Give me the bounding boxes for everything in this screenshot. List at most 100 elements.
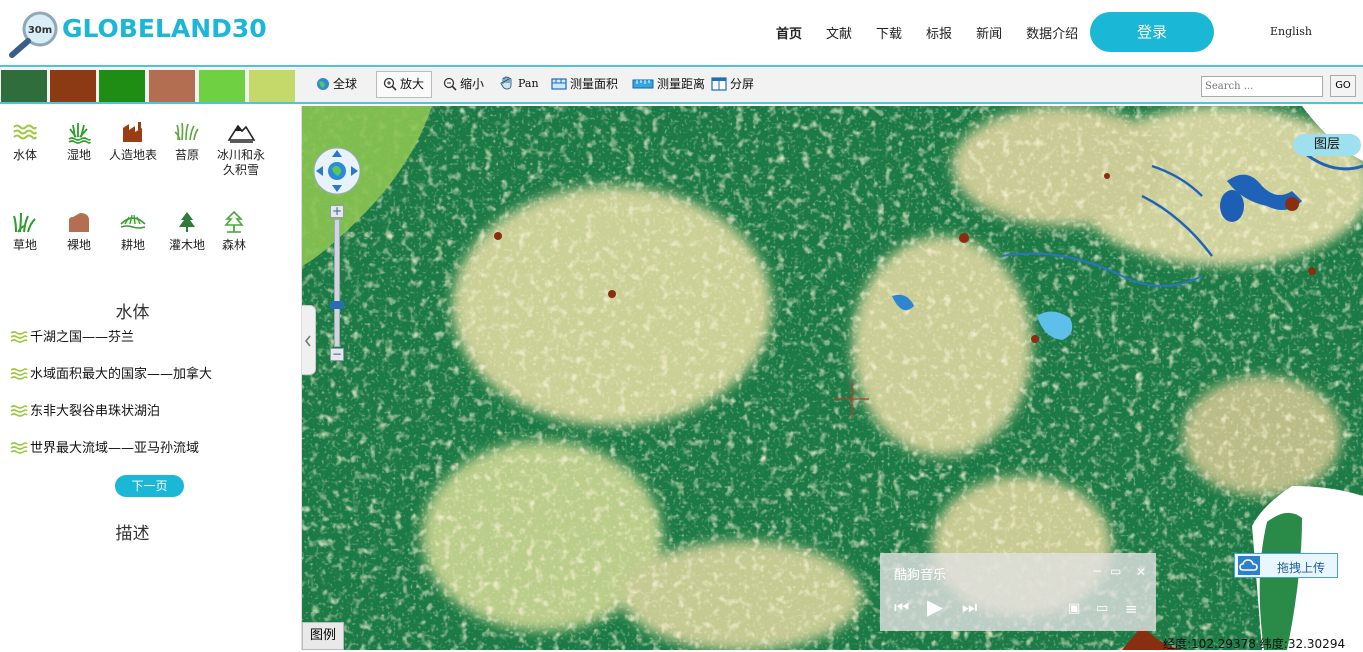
area-ruler-icon — [551, 77, 567, 90]
section-title: 水体 — [115, 303, 150, 323]
previous-track-icon[interactable]: ⏮ — [894, 598, 909, 618]
nav-data-intro[interactable]: 数据介绍 — [1026, 23, 1078, 42]
drag-upload-label: 拖拽上传 — [1277, 561, 1326, 575]
chevron-left-icon — [304, 335, 311, 347]
logo-magnifier-icon[interactable]: 30m — [6, 10, 64, 58]
longitude-label: 经度: — [1163, 637, 1192, 651]
measure-distance-label: 测量距离 — [657, 77, 706, 91]
zoom-minus-button[interactable]: − — [330, 348, 344, 361]
shrub-tree-icon — [179, 212, 195, 232]
screen-icon[interactable]: ▭ — [1096, 601, 1108, 616]
nav-literature[interactable]: 文献 — [826, 23, 852, 42]
category-bareland[interactable]: 裸地 — [51, 210, 107, 253]
category-bareland-label: 裸地 — [66, 238, 91, 252]
category-cropland-label: 耕地 — [120, 238, 145, 252]
next-track-icon[interactable]: ⏭ — [962, 598, 977, 618]
legend-swatch-cropland[interactable] — [249, 70, 295, 102]
legend-swatch-forest[interactable] — [1, 70, 47, 102]
pan-control[interactable] — [313, 147, 361, 195]
tundra-grass-icon — [174, 122, 199, 141]
main-nav: 首页 文献 下载 标报 新闻 数据介绍 — [776, 23, 1102, 42]
split-screen-tool[interactable]: 分屏 — [711, 75, 754, 92]
zoom-out-label: 缩小 — [460, 77, 485, 91]
longitude-value: 102.29378 — [1191, 637, 1256, 651]
legend-tab[interactable]: 图例 — [302, 622, 344, 650]
split-screen-label: 分屏 — [730, 77, 755, 91]
zoom-plus-button[interactable]: + — [330, 205, 344, 218]
layers-button[interactable]: 图层 — [1293, 134, 1361, 156]
go-button[interactable]: GO — [1330, 75, 1356, 97]
category-forest-label: 森林 — [221, 238, 246, 252]
category-glacier-snow[interactable]: 冰川和永久积雪 — [213, 120, 269, 178]
search-input[interactable] — [1201, 76, 1323, 97]
measure-distance-tool[interactable]: 测量距离 — [632, 75, 705, 92]
nav-report[interactable]: 标报 — [926, 23, 952, 42]
pan-tool[interactable]: Pan — [499, 75, 539, 91]
factory-icon — [123, 122, 142, 142]
category-water[interactable]: 水体 — [0, 120, 53, 163]
music-player: 酷狗音乐 − ▭ ✕ ⏮ ▶ ⏭ ▣ ▭ ≡ — [880, 553, 1156, 631]
zoom-in-label: 放大 — [400, 77, 425, 91]
close-icon[interactable]: ✕ — [1136, 565, 1146, 579]
water-waves-icon — [10, 330, 28, 343]
map-canvas[interactable] — [302, 106, 1363, 650]
description-title: 描述 — [115, 524, 150, 544]
water-waves-icon — [13, 124, 37, 140]
drag-upload-button[interactable]: 拖拽上传 — [1234, 553, 1338, 578]
category-artificial-surface-label: 人造地表 — [108, 148, 157, 162]
latitude-label: 纬度: — [1259, 637, 1288, 651]
map-toolbar: 全球 放大 缩小 Pan 测量面积 测量距离 分屏 GO — [0, 68, 1363, 104]
login-button[interactable]: 登录 — [1090, 12, 1214, 52]
playlist-icon[interactable]: ≡ — [1125, 600, 1138, 618]
pan-label: Pan — [518, 76, 539, 90]
category-artificial-surface[interactable]: 人造地表 — [105, 120, 161, 163]
list-item[interactable]: 水域面积最大的国家——加拿大 — [10, 363, 212, 382]
category-cropland[interactable]: 耕地 — [105, 210, 161, 253]
category-wetland[interactable]: 湿地 — [51, 120, 107, 163]
hand-icon — [500, 76, 512, 90]
full-extent-label: 全球 — [333, 77, 358, 91]
zoom-handle[interactable] — [330, 301, 344, 309]
category-forest[interactable]: 森林 — [206, 210, 262, 253]
nav-home[interactable]: 首页 — [776, 23, 802, 42]
zoom-out-tool[interactable]: 缩小 — [443, 75, 484, 92]
list-item[interactable]: 世界最大流域——亚马孙流域 — [10, 437, 199, 456]
language-switch[interactable]: English — [1270, 25, 1312, 38]
lyrics-icon[interactable]: ▣ — [1068, 601, 1080, 616]
wetland-icon — [68, 123, 91, 144]
magnify-minus-icon — [443, 77, 457, 91]
music-player-title: 酷狗音乐 — [894, 568, 947, 583]
restore-icon[interactable]: ▭ — [1110, 564, 1121, 578]
cloud-upload-icon — [1238, 556, 1260, 575]
pan-arrows-icon — [313, 147, 361, 195]
nav-news[interactable]: 新闻 — [976, 23, 1002, 42]
minimize-icon[interactable]: − — [1092, 564, 1102, 578]
category-grassland-label: 草地 — [12, 238, 37, 252]
category-glacier-snow-label: 冰川和永久积雪 — [216, 148, 265, 177]
zoom-track[interactable] — [334, 219, 340, 347]
legend-swatch-green[interactable] — [99, 70, 145, 102]
next-page-button[interactable]: 下一页 — [115, 475, 184, 497]
nav-download[interactable]: 下载 — [876, 23, 902, 42]
list-item[interactable]: 千湖之国——芬兰 — [10, 326, 134, 345]
legend-swatch-bare[interactable] — [149, 70, 195, 102]
list-item-label: 水域面积最大的国家——加拿大 — [30, 367, 213, 382]
list-item[interactable]: 东非大裂谷串珠状湖泊 — [10, 400, 160, 419]
category-shrubland-label: 灌木地 — [168, 238, 205, 252]
measure-area-tool[interactable]: 测量面积 — [551, 75, 618, 92]
sidebar-collapse-toggle[interactable] — [302, 305, 316, 375]
category-tundra[interactable]: 苔原 — [159, 120, 215, 163]
forest-tree-icon — [224, 210, 244, 233]
full-extent-tool[interactable]: 全球 — [316, 75, 357, 92]
zoom-slider[interactable]: + − — [330, 205, 344, 363]
logo-text[interactable]: GLOBELAND30 — [62, 14, 267, 43]
water-waves-icon — [10, 441, 28, 454]
play-icon[interactable]: ▶ — [927, 595, 943, 619]
category-tundra-label: 苔原 — [174, 148, 199, 162]
category-grassland[interactable]: 草地 — [0, 210, 53, 253]
bareland-icon — [69, 213, 89, 232]
coordinate-readout: 经度:102.29378 纬度:32.30294 — [1163, 635, 1345, 652]
legend-swatch-grass[interactable] — [199, 70, 245, 102]
legend-swatch-artificial[interactable] — [50, 70, 96, 102]
zoom-in-tool[interactable]: 放大 — [383, 75, 424, 92]
